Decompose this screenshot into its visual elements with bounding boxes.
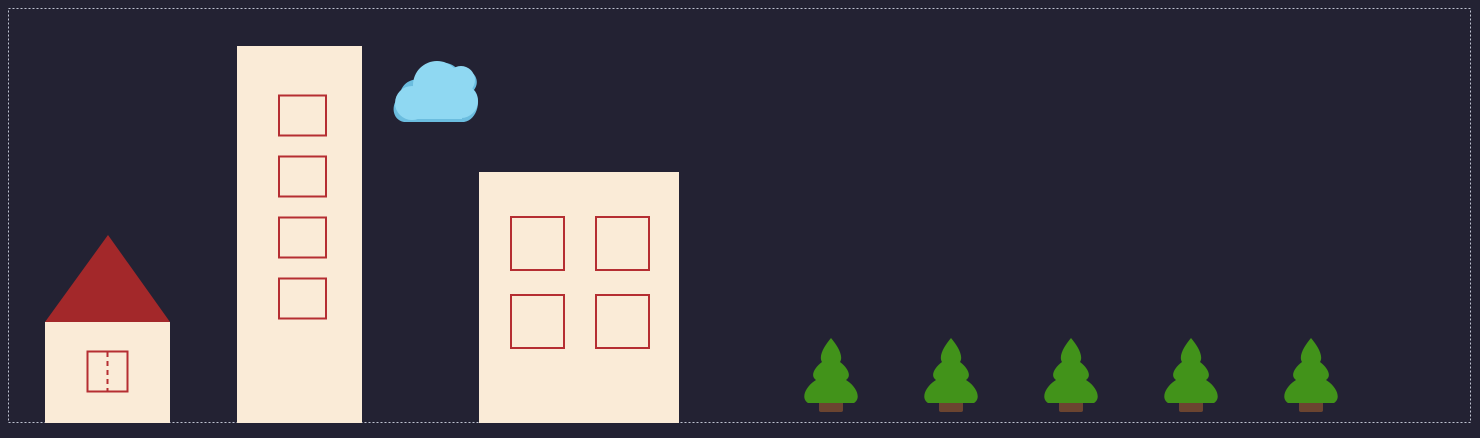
tower-wall — [237, 46, 362, 423]
block-building — [479, 172, 679, 423]
tower-building — [237, 46, 362, 423]
scene-svg — [0, 0, 1480, 433]
scene-canvas — [0, 0, 1480, 433]
cloud-base — [412, 98, 462, 119]
background — [0, 0, 1480, 433]
